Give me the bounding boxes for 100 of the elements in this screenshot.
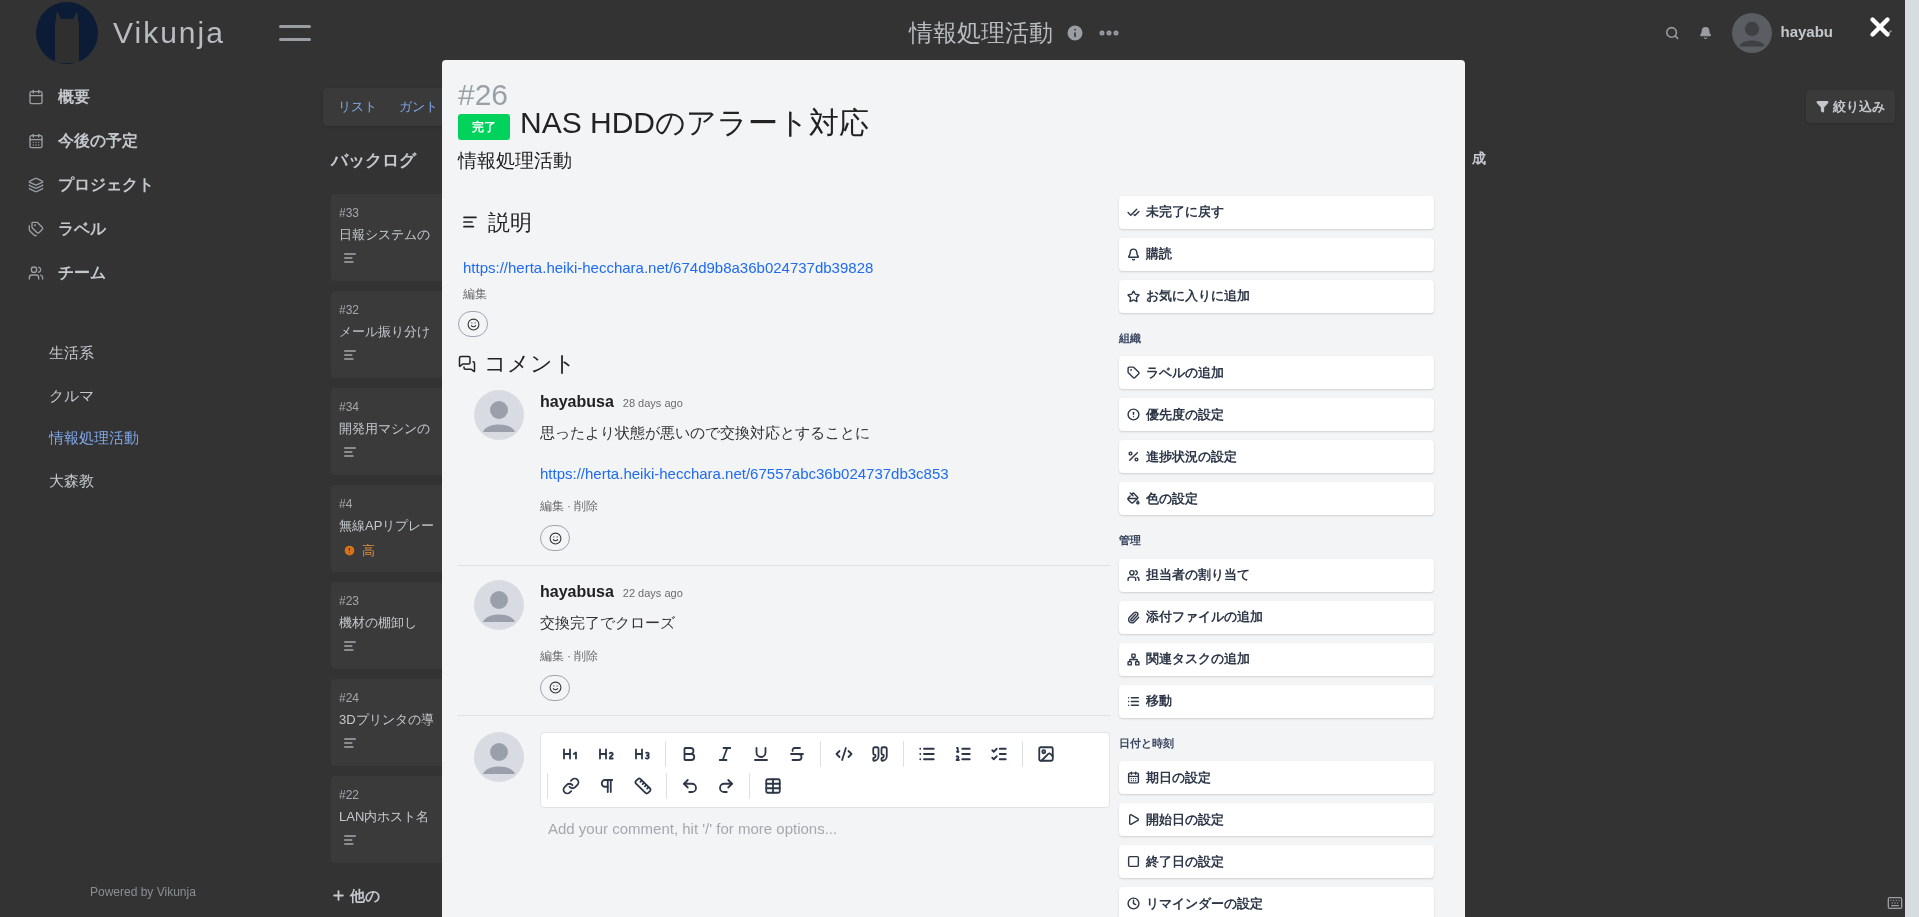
alert-icon: [1127, 408, 1140, 421]
task-card[interactable]: #24 3Dプリンタの導: [331, 678, 442, 766]
ruler-icon[interactable]: [634, 776, 652, 795]
sidebar-action-button[interactable]: 開始日の設定: [1119, 803, 1434, 836]
bell-icon: [1127, 247, 1140, 261]
task-card[interactable]: #34 開発用マシンの: [331, 387, 442, 475]
comments-heading: コメント: [484, 350, 576, 378]
underline-icon[interactable]: [752, 744, 770, 763]
tag-icon: [1127, 366, 1140, 379]
paragraph-icon[interactable]: [598, 776, 616, 795]
smiley-icon: [548, 531, 562, 545]
nav-link[interactable]: 概要: [58, 85, 90, 109]
comment-action-link[interactable]: 編集: [540, 646, 564, 665]
powered-by-text: Powered by Vikunja: [90, 884, 197, 901]
description-link[interactable]: https://herta.heiki-hecchara.net/674d9b8a36b024737db39828: [458, 256, 1110, 279]
project-link[interactable]: 情報処理活動: [49, 427, 323, 450]
task-title: メール振り分け: [339, 322, 430, 341]
comments-icon: [458, 354, 476, 373]
avatar: [474, 390, 524, 440]
plus-icon: [331, 888, 346, 904]
comment-author: hayabusa: [540, 582, 614, 602]
quote-icon[interactable]: [871, 744, 889, 763]
task-card[interactable]: #23 機材の棚卸し: [331, 581, 442, 669]
italic-icon[interactable]: [716, 744, 734, 763]
link-icon[interactable]: [562, 776, 580, 795]
sidebar-action-button[interactable]: 移動: [1119, 684, 1434, 718]
filter-button[interactable]: 絞り込み: [1806, 90, 1895, 123]
task-title: NAS HDDのアラート対応: [520, 105, 869, 141]
section-label: 管理: [1119, 533, 1142, 548]
task-id: #4: [339, 495, 353, 513]
view-tab[interactable]: ガント: [399, 97, 438, 117]
sidebar-action-button[interactable]: 終了日の設定: [1119, 845, 1434, 878]
comment-action-link[interactable]: 編集: [540, 497, 564, 515]
list-icon: [1127, 694, 1140, 708]
section-label: 組織: [1119, 330, 1142, 346]
view-tab[interactable]: リスト: [338, 97, 377, 117]
avatar: [474, 580, 524, 630]
smiley-icon: [466, 317, 480, 331]
separator-dot: ·: [567, 647, 571, 665]
task-card[interactable]: #33 日報システムの: [331, 193, 442, 281]
comment-link[interactable]: https://herta.heiki-hecchara.net/67557abc36b024737db3c853: [540, 462, 949, 485]
priority-icon: [343, 544, 356, 558]
users-icon: [1127, 568, 1140, 582]
play-icon: [1127, 813, 1140, 826]
table-icon[interactable]: [764, 776, 782, 795]
app-logo-text: Vikunja: [113, 15, 225, 51]
numbered-list-icon[interactable]: [954, 744, 972, 763]
comment-text: 交換完了でクローズ: [540, 613, 676, 633]
sidebar-action-button[interactable]: 期日の設定: [1119, 761, 1434, 794]
nav-link[interactable]: 今後の予定: [58, 129, 138, 153]
description-icon: [343, 348, 357, 362]
add-task-button[interactable]: 他の: [331, 884, 380, 907]
strikethrough-icon[interactable]: [788, 744, 806, 763]
task-id: #22: [339, 786, 360, 804]
paint-bucket-icon: [1127, 492, 1140, 505]
nav-icon: [28, 221, 44, 237]
image-icon[interactable]: [1037, 744, 1055, 763]
project-link[interactable]: 生活系: [49, 342, 323, 365]
comment-time: 22 days ago: [622, 586, 683, 601]
code-icon[interactable]: [835, 744, 853, 763]
task-id: #32: [339, 301, 360, 319]
menu-icon[interactable]: [278, 24, 311, 41]
sidebar-action-button[interactable]: 関連タスクの追加: [1119, 642, 1434, 676]
sidebar-action-button[interactable]: お気に入りに追加: [1119, 279, 1434, 313]
task-id: #23: [339, 592, 360, 610]
sidebar-action-button[interactable]: ラベルの追加: [1119, 356, 1434, 389]
task-card[interactable]: #32 メール振り分け: [331, 290, 442, 378]
edit-link[interactable]: 編集: [458, 285, 487, 303]
task-title: 機材の棚卸し: [339, 613, 417, 632]
sidebar-action-button[interactable]: 未完了に戻す: [1119, 195, 1434, 229]
comment-action-link[interactable]: 削除: [574, 646, 598, 665]
project-link[interactable]: 大森教: [49, 469, 323, 492]
nav-link[interactable]: プロジェクト: [58, 173, 154, 197]
sidebar-action-button[interactable]: 優先度の設定: [1119, 398, 1434, 431]
nav-icon: [28, 133, 44, 149]
sidebar-action-button[interactable]: 購読: [1119, 237, 1434, 271]
info-icon[interactable]: [1065, 22, 1085, 43]
sidebar-action-button[interactable]: 担当者の割り当て: [1119, 558, 1434, 592]
comment-action-link[interactable]: 削除: [574, 497, 598, 515]
comment-input[interactable]: Add your comment, hit '/' for more options...: [540, 817, 1110, 840]
percent-icon: [1127, 450, 1140, 463]
comment-time: 28 days ago: [622, 396, 683, 411]
priority-label: 高: [362, 542, 375, 560]
redo-icon[interactable]: [717, 776, 735, 795]
nav-link[interactable]: ラベル: [58, 217, 106, 241]
task-card[interactable]: #22 LAN内ホスト名: [331, 775, 442, 863]
description-icon: [343, 833, 357, 847]
done-badge: 完了: [458, 114, 510, 140]
undo-icon[interactable]: [681, 776, 699, 795]
sidebar-action-button[interactable]: リマインダーの設定: [1119, 887, 1434, 917]
sidebar-action-button[interactable]: 色の設定: [1119, 482, 1434, 515]
keyboard-icon[interactable]: [1887, 895, 1903, 911]
nav-link[interactable]: チーム: [58, 261, 106, 285]
sidebar-action-button[interactable]: 進捗状況の設定: [1119, 440, 1434, 473]
description-icon: [343, 251, 357, 265]
project-link[interactable]: クルマ: [49, 384, 323, 407]
task-id: #24: [339, 689, 360, 707]
user-name[interactable]: hayabu: [1780, 21, 1833, 44]
sidebar-action-button[interactable]: 添付ファイルの追加: [1119, 600, 1434, 634]
task-card[interactable]: #4 無線APリプレー 高: [331, 484, 442, 572]
